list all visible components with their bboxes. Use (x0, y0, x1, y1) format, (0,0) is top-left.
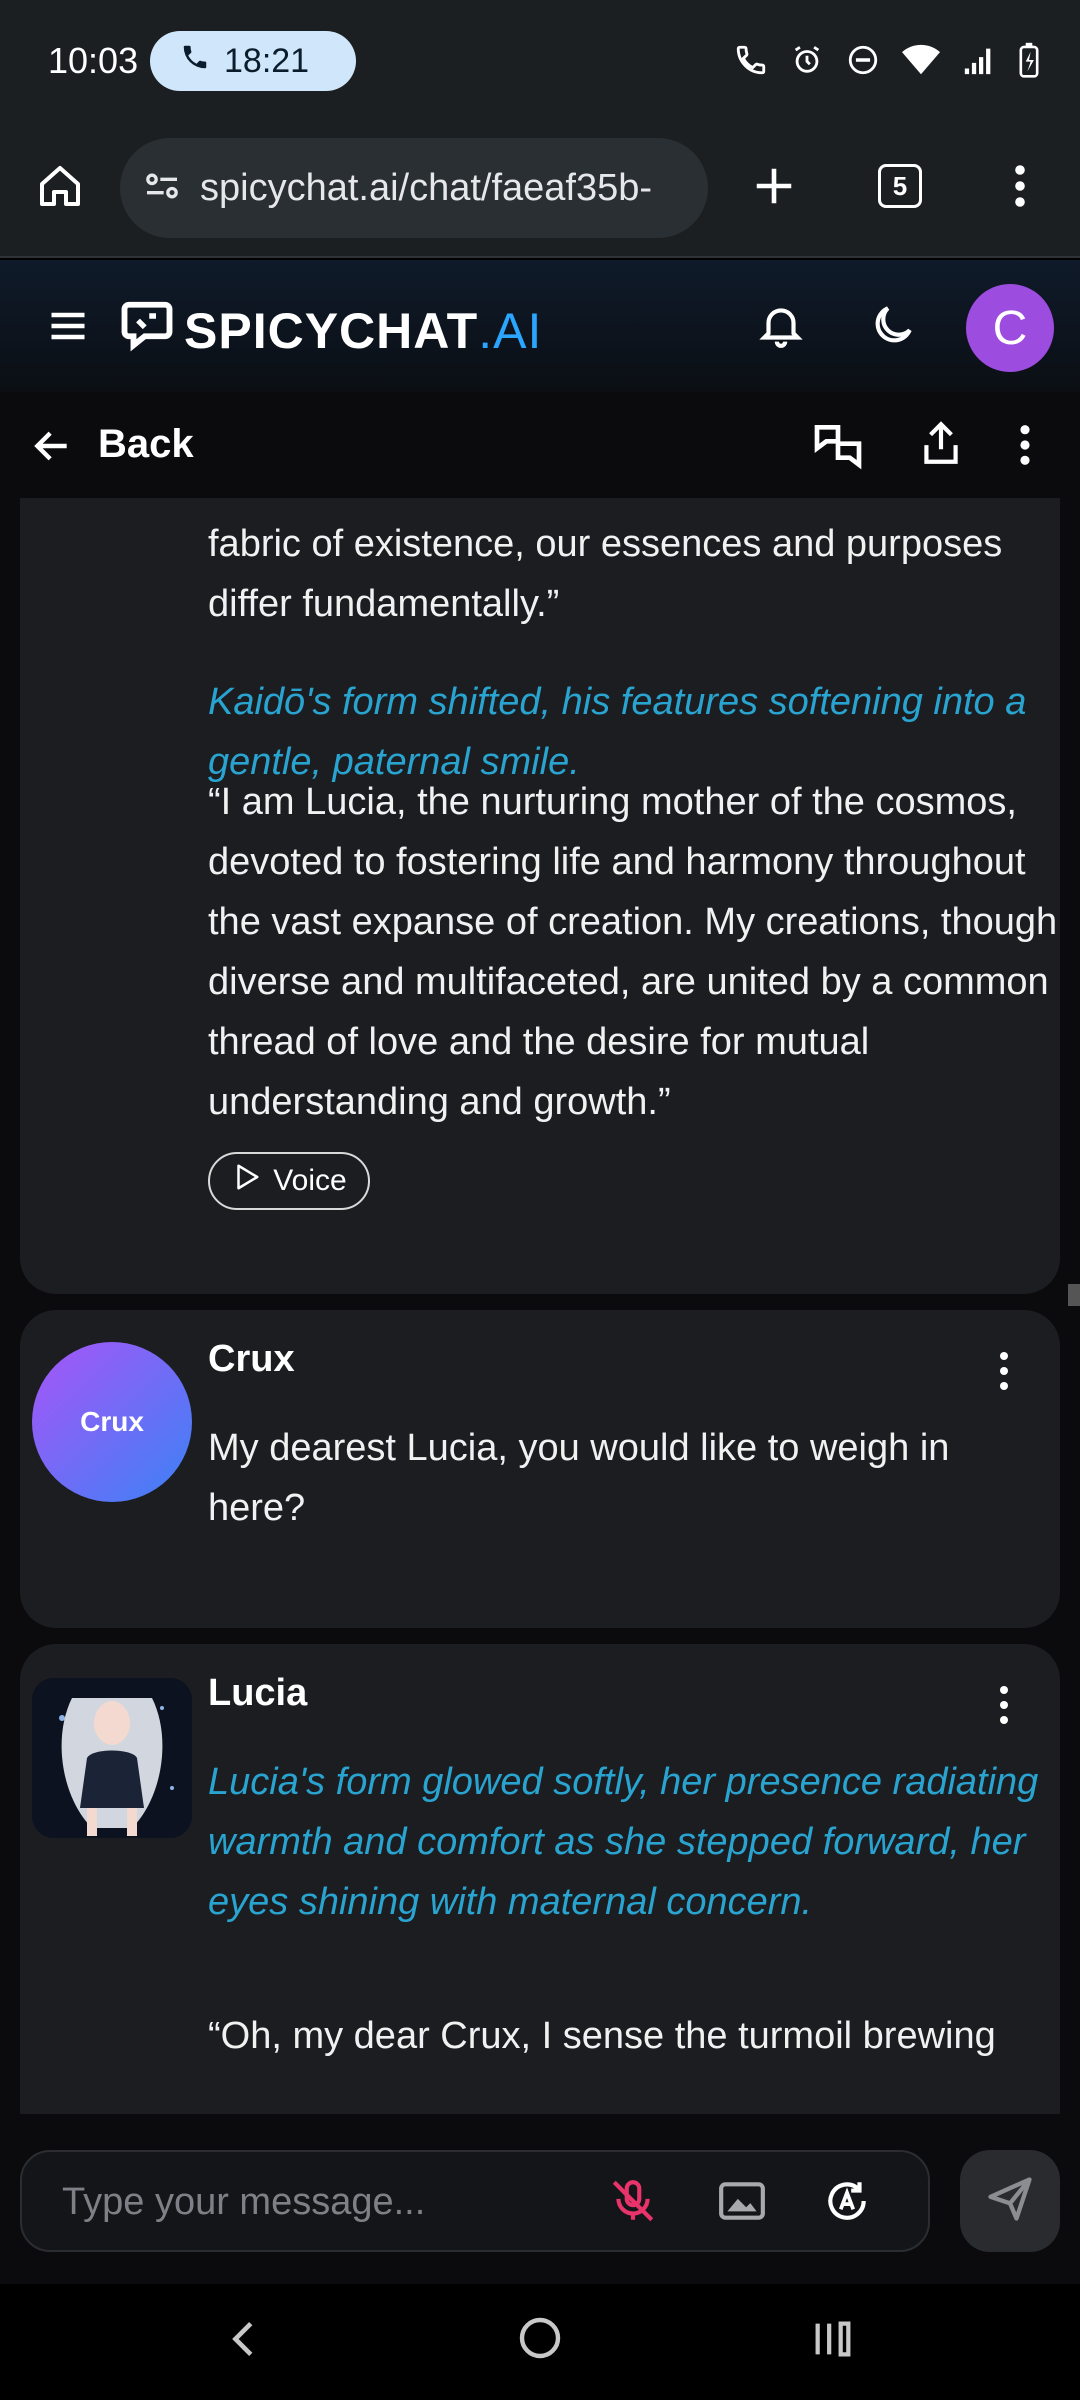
back-arrow-icon[interactable] (30, 424, 74, 473)
call-timer: 18:21 (224, 41, 310, 80)
voice-button[interactable]: Voice (208, 1152, 370, 1210)
message-card: Crux Crux My dearest Lucia, you would li… (20, 1310, 1060, 1628)
ongoing-call-chip[interactable]: 18:21 (150, 31, 356, 91)
nav-back-icon[interactable] (222, 2316, 268, 2367)
message-composer (0, 2114, 1080, 2284)
share-icon[interactable] (916, 418, 966, 473)
message-menu-icon[interactable] (998, 1352, 1010, 1390)
crux-avatar[interactable]: Crux (32, 1342, 192, 1502)
send-icon (984, 2173, 1036, 2230)
message-text: “Oh, my dear Crux, I sense the turmoil b… (208, 2015, 996, 2057)
multi-chat-icon[interactable] (810, 418, 866, 479)
browser-toolbar: spicychat.ai/chat/faeaf35b- 5 (0, 126, 1080, 258)
message-text: “I am Lucia, the nurturing mother of the… (208, 781, 1058, 1123)
signal-icon (962, 43, 996, 82)
play-icon (231, 1162, 261, 1200)
site-settings-icon[interactable] (142, 166, 182, 211)
message-action-text: Lucia's form glowed softly, her presence… (208, 1761, 1039, 1923)
brand-logo[interactable]: SPICYCHAT.AI (120, 298, 542, 364)
battery-charging-icon (1018, 42, 1040, 83)
brand-suffix: .AI (478, 303, 543, 359)
auto-mode-icon[interactable] (822, 2176, 872, 2231)
scrollbar-thumb[interactable] (1068, 1284, 1080, 1306)
message-text: fabric of existence, our essences and pu… (208, 523, 1003, 625)
alarm-icon (790, 43, 824, 82)
message-input[interactable] (62, 2174, 582, 2230)
chat-options-icon[interactable] (1018, 424, 1032, 471)
address-bar[interactable]: spicychat.ai/chat/faeaf35b- (120, 138, 708, 238)
message-menu-icon[interactable] (998, 1686, 1010, 1724)
wifi-icon (902, 43, 940, 82)
lucia-avatar[interactable] (32, 1678, 192, 1838)
message-card: fabric of existence, our essences and pu… (20, 498, 1060, 1294)
home-icon[interactable] (30, 156, 90, 216)
nav-recents-icon[interactable] (810, 2316, 856, 2367)
nav-home-icon[interactable] (516, 2314, 564, 2367)
back-button[interactable]: Back (98, 422, 194, 467)
voice-label: Voice (273, 1164, 347, 1197)
message-input-box (20, 2150, 930, 2252)
send-button[interactable] (960, 2150, 1060, 2252)
mic-off-icon[interactable] (608, 2176, 658, 2231)
new-tab-icon[interactable] (744, 156, 804, 216)
tab-count: 5 (878, 164, 922, 208)
message-card: Lucia Lucia's form glowed softly, her pr… (20, 1644, 1060, 2114)
system-navigation-bar (0, 2284, 1080, 2400)
dark-mode-moon-icon[interactable] (868, 300, 918, 355)
status-bar: 10:03 18:21 (0, 0, 1080, 126)
brand-name: SPICYCHAT (184, 303, 479, 359)
image-upload-icon[interactable] (716, 2176, 768, 2231)
notifications-bell-icon[interactable] (756, 300, 806, 355)
chat-bubble-logo-icon (120, 298, 174, 364)
phone-icon (180, 42, 210, 81)
chat-thread[interactable]: fabric of existence, our essences and pu… (0, 498, 1080, 2114)
browser-menu-icon[interactable] (990, 156, 1050, 216)
do-not-disturb-icon (846, 43, 880, 82)
status-time: 10:03 (48, 40, 139, 81)
hamburger-menu-icon[interactable] (46, 304, 90, 353)
tab-switcher-button[interactable]: 5 (870, 156, 930, 216)
message-text: My dearest Lucia, you would like to weig… (208, 1427, 950, 1529)
sender-name: Lucia (208, 1672, 308, 1714)
chat-subheader: Back (0, 392, 1080, 498)
url-text: spicychat.ai/chat/faeaf35b- (200, 166, 653, 209)
status-icons (734, 42, 1040, 83)
wifi-calling-icon (734, 43, 768, 82)
user-avatar[interactable]: C (966, 284, 1054, 372)
sender-name: Crux (208, 1338, 295, 1380)
app-header: SPICYCHAT.AI C (0, 260, 1080, 392)
